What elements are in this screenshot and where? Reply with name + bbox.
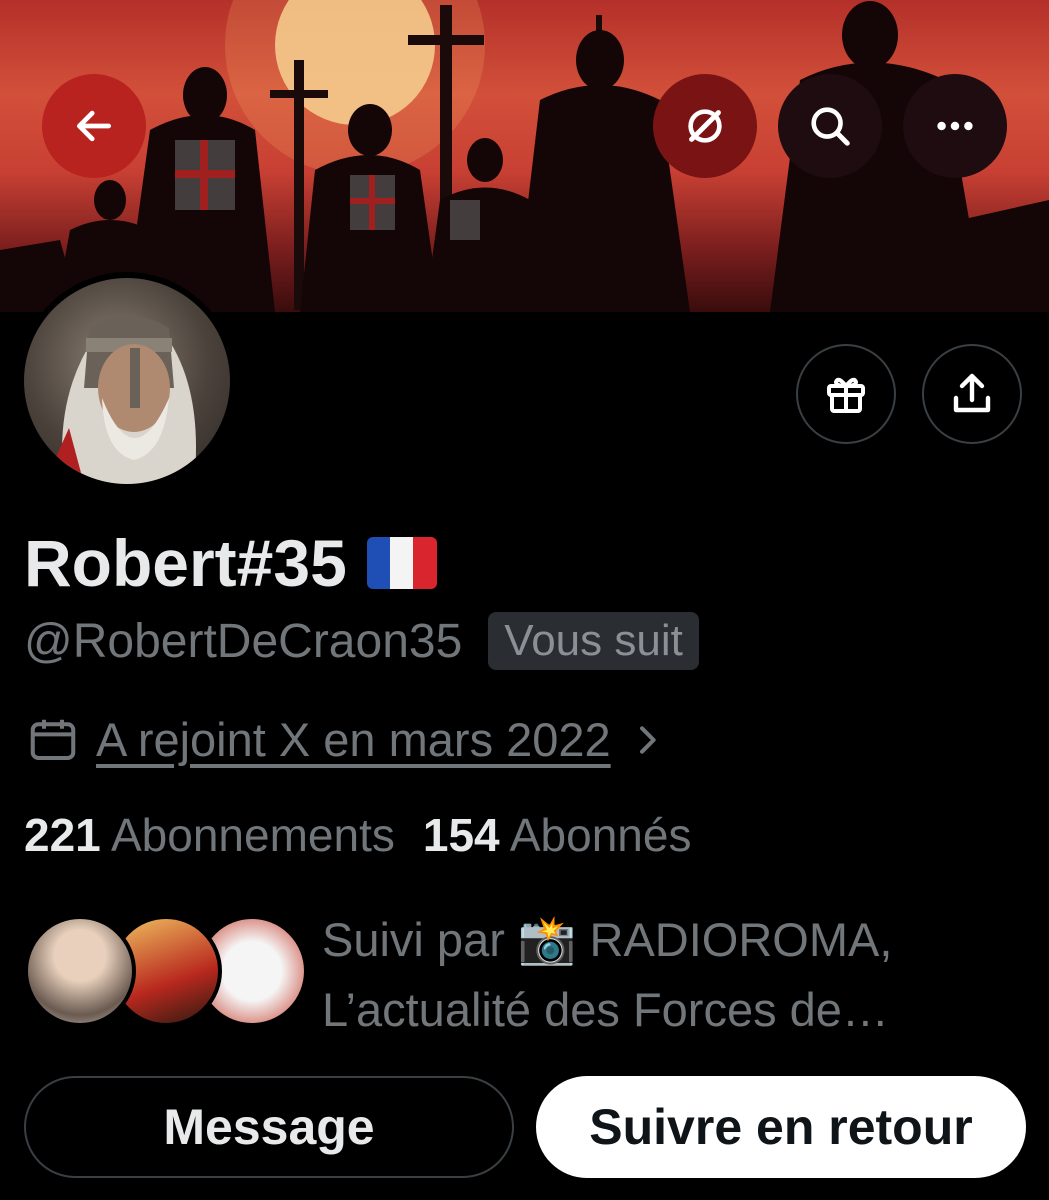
chevron-right-icon (639, 725, 656, 754)
back-button[interactable] (42, 74, 146, 178)
followed-by-text: Suivi par 📸 RADIOROMA, L’actualité des F… (322, 905, 892, 1045)
following-count: 221 (24, 809, 101, 861)
france-flag-icon (366, 537, 437, 589)
profile-banner (0, 0, 1049, 312)
follows-you-badge: Vous suit (488, 612, 699, 670)
gift-icon (827, 377, 865, 413)
share-icon (953, 373, 991, 413)
search-button[interactable] (778, 74, 882, 178)
joined-row[interactable]: A rejoint X en mars 2022 (26, 712, 667, 767)
grok-button[interactable] (653, 74, 757, 178)
message-button[interactable]: Message (24, 1076, 514, 1178)
follower-avatar-1 (24, 915, 136, 1027)
display-name: Robert#35 (24, 526, 347, 600)
avatar-image (24, 278, 230, 484)
search-icon (811, 107, 850, 146)
joined-date-link[interactable]: A rejoint X en mars 2022 (96, 712, 611, 767)
grok-icon (688, 109, 722, 143)
display-name-row: Robert#35 (24, 530, 437, 596)
gift-button[interactable] (796, 344, 896, 444)
more-icon (937, 121, 973, 131)
share-button[interactable] (922, 344, 1022, 444)
handle-row: @RobertDeCraon35 Vous suit (24, 612, 699, 670)
followers-count: 154 (422, 809, 500, 861)
calendar-icon (30, 719, 76, 760)
follow-stats: 221 Abonnements 154 Abonnés (24, 808, 691, 862)
back-arrow-icon (76, 110, 112, 142)
handle: @RobertDeCraon35 (24, 614, 463, 668)
more-button[interactable] (903, 74, 1007, 178)
followed-by-line-2: L’actualité des Forces de… (322, 983, 889, 1036)
banner-image (0, 0, 1049, 312)
followed-by-line-1: Suivi par 📸 RADIOROMA, (322, 913, 893, 966)
following-stat[interactable]: 221 Abonnements (24, 808, 395, 862)
followed-by-row[interactable]: Suivi par 📸 RADIOROMA, L’actualité des F… (24, 905, 1024, 1036)
followers-label: Abonnés (509, 809, 692, 861)
followers-stat[interactable]: 154 Abonnés (423, 808, 692, 862)
following-label: Abonnements (111, 809, 395, 861)
profile-avatar[interactable] (18, 272, 236, 490)
follow-back-button[interactable]: Suivre en retour (536, 1076, 1026, 1178)
